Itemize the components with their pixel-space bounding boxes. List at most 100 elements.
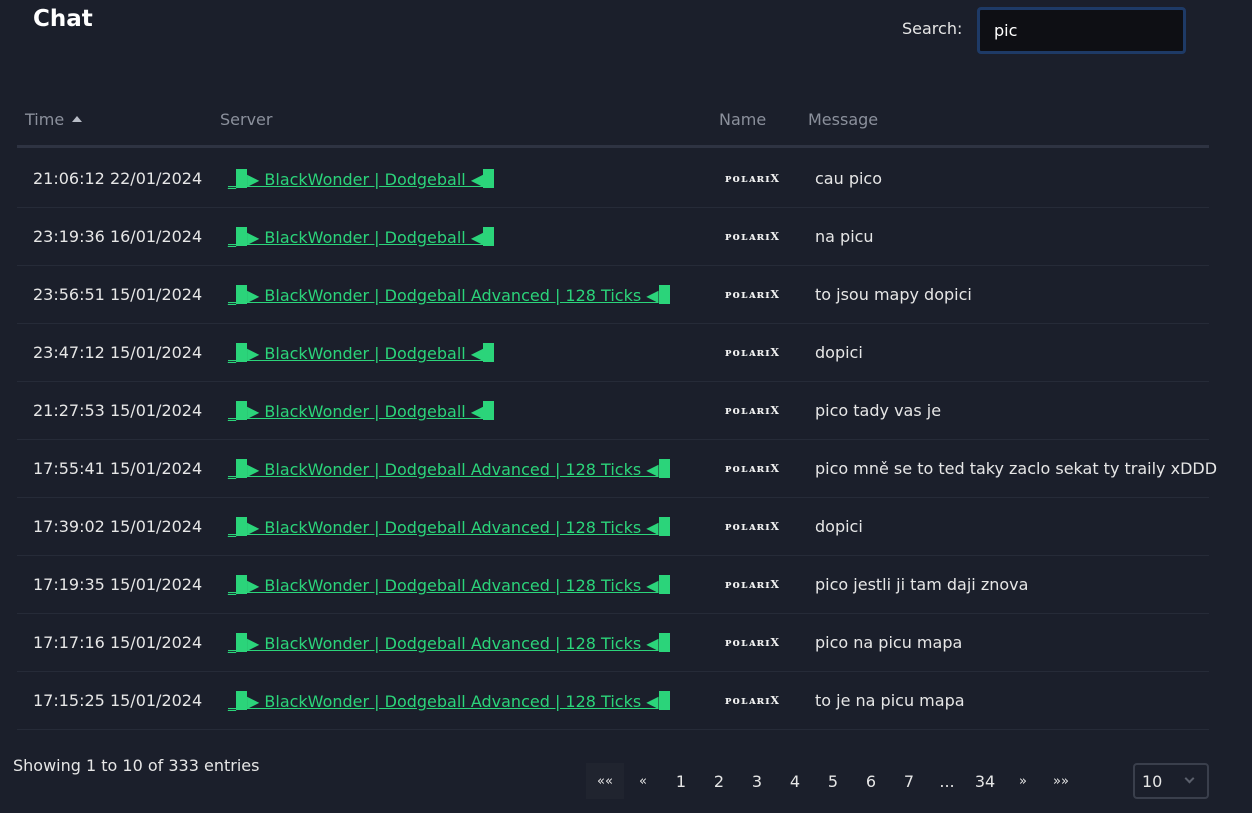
server-link-underscore: _ xyxy=(228,576,236,595)
row-message: na picu xyxy=(815,227,874,246)
server-block-left xyxy=(236,169,247,188)
page-button-5[interactable]: 5 xyxy=(814,763,852,799)
last-page-button[interactable]: »» xyxy=(1042,763,1080,799)
pagination-ellipsis: ... xyxy=(939,771,955,791)
table-row: 17:39:02 15/01/2024 _ ▶ BlackWonder | Dodg… xyxy=(17,498,1209,556)
server-link[interactable]: _ ▶ BlackWonder | Dodgeball Advanced | 12… xyxy=(228,285,670,305)
server-link-text: ▶ BlackWonder | Dodgeball ◀ xyxy=(247,170,484,189)
row-time: 17:15:25 15/01/2024 xyxy=(33,691,203,710)
server-link[interactable]: _ ▶ BlackWonder | Dodgeball ◀ xyxy=(228,227,495,247)
player-name: ᴘᴏʟᴀʀɪX xyxy=(725,636,780,649)
player-name: ᴘᴏʟᴀʀɪX xyxy=(725,520,780,533)
server-link-underscore: _ xyxy=(228,460,236,479)
table-row: 23:19:36 16/01/2024 _ ▶ BlackWonder | Dodg… xyxy=(17,208,1209,266)
previous-page-button[interactable]: « xyxy=(624,763,662,799)
row-time: 23:56:51 15/01/2024 xyxy=(33,285,203,304)
row-message: pico tady vas je xyxy=(815,401,942,420)
column-header-message[interactable]: Message xyxy=(808,110,878,129)
row-time: 17:17:16 15/01/2024 xyxy=(33,633,203,652)
column-header-name[interactable]: Name xyxy=(719,110,766,129)
server-link-text: ▶ BlackWonder | Dodgeball Advanced | 128… xyxy=(247,576,659,595)
server-link[interactable]: _ ▶ BlackWonder | Dodgeball Advanced | 12… xyxy=(228,517,670,537)
table-row: 21:27:53 15/01/2024 _ ▶ BlackWonder | Dodg… xyxy=(17,382,1209,440)
server-link[interactable]: _ ▶ BlackWonder | Dodgeball ◀ xyxy=(228,343,495,363)
row-time: 21:06:12 22/01/2024 xyxy=(33,169,203,188)
table-row: 17:19:35 15/01/2024 _ ▶ BlackWonder | Dodg… xyxy=(17,556,1209,614)
server-link-text: ▶ BlackWonder | Dodgeball ◀ xyxy=(247,228,484,247)
server-block-right xyxy=(658,517,670,536)
pagination: «« «1 2 3 4 5 6 7... 34»»» xyxy=(586,763,1080,799)
table-header: Time Server Name Message xyxy=(17,100,1209,148)
server-link[interactable]: _ ▶ BlackWonder | Dodgeball Advanced | 12… xyxy=(228,459,670,479)
row-time: 17:19:35 15/01/2024 xyxy=(33,575,203,594)
row-time: 23:19:36 16/01/2024 xyxy=(33,227,203,246)
column-header-time[interactable]: Time xyxy=(25,110,83,129)
table-row: 23:56:51 15/01/2024 _ ▶ BlackWonder | Dodg… xyxy=(17,266,1209,324)
server-block-right xyxy=(658,285,670,304)
row-time: 17:39:02 15/01/2024 xyxy=(33,517,203,536)
server-link-text: ▶ BlackWonder | Dodgeball ◀ xyxy=(247,344,484,363)
player-name: ᴘᴏʟᴀʀɪX xyxy=(725,462,780,475)
table-row: 21:06:12 22/01/2024 _ ▶ BlackWonder | Dodg… xyxy=(17,150,1209,208)
table-row: 23:47:12 15/01/2024 _ ▶ BlackWonder | Dodg… xyxy=(17,324,1209,382)
player-name: ᴘᴏʟᴀʀɪX xyxy=(725,230,780,243)
server-link[interactable]: _ ▶ BlackWonder | Dodgeball Advanced | 12… xyxy=(228,691,670,711)
server-link-text: ▶ BlackWonder | Dodgeball ◀ xyxy=(247,402,484,421)
player-name: ᴘᴏʟᴀʀɪX xyxy=(725,288,780,301)
row-message: dopici xyxy=(815,343,863,362)
page-button-2[interactable]: 2 xyxy=(700,763,738,799)
table-row: 17:17:16 15/01/2024 _ ▶ BlackWonder | Dodg… xyxy=(17,614,1209,672)
server-link-underscore: _ xyxy=(228,344,236,363)
row-message: pico jestli ji tam daji znova xyxy=(815,575,1029,594)
server-link-text: ▶ BlackWonder | Dodgeball Advanced | 128… xyxy=(247,634,659,653)
server-link-text: ▶ BlackWonder | Dodgeball Advanced | 128… xyxy=(247,518,659,537)
server-link[interactable]: _ ▶ BlackWonder | Dodgeball ◀ xyxy=(228,401,495,421)
server-block-left xyxy=(236,285,247,304)
server-link-underscore: _ xyxy=(228,228,236,247)
server-link-text: ▶ BlackWonder | Dodgeball Advanced | 128… xyxy=(247,286,659,305)
page-button-6[interactable]: 6 xyxy=(852,763,890,799)
page-button-1[interactable]: 1 xyxy=(662,763,700,799)
server-block-left xyxy=(236,517,247,536)
column-header-time-label: Time xyxy=(25,110,65,129)
chat-table-body: 21:06:12 22/01/2024 _ ▶ BlackWonder | Dodg… xyxy=(17,150,1217,730)
server-block-right xyxy=(658,633,670,652)
sort-ascending-icon xyxy=(72,115,83,122)
server-link[interactable]: _ ▶ BlackWonder | Dodgeball Advanced | 12… xyxy=(228,633,670,653)
player-name: ᴘᴏʟᴀʀɪX xyxy=(725,404,780,417)
search-input[interactable] xyxy=(977,7,1186,54)
page-button-7[interactable]: 7 xyxy=(890,763,928,799)
page-length-select[interactable]: 10 xyxy=(1133,763,1209,799)
server-link-text: ▶ BlackWonder | Dodgeball Advanced | 128… xyxy=(247,692,659,711)
server-block-right xyxy=(658,691,670,710)
chevron-down-icon xyxy=(1184,773,1195,784)
server-link-underscore: _ xyxy=(228,692,236,711)
table-row: 17:55:41 15/01/2024 _ ▶ BlackWonder | Dodg… xyxy=(17,440,1217,498)
server-block-left xyxy=(236,691,247,710)
column-header-server[interactable]: Server xyxy=(220,110,272,129)
page-title: Chat xyxy=(33,6,93,32)
server-link[interactable]: _ ▶ BlackWonder | Dodgeball ◀ xyxy=(228,169,495,189)
first-page-button[interactable]: «« xyxy=(586,763,624,799)
server-block-left xyxy=(236,401,247,420)
server-block-right xyxy=(483,227,495,246)
row-message: to jsou mapy dopici xyxy=(815,285,972,304)
next-page-button[interactable]: » xyxy=(1004,763,1042,799)
row-message: to je na picu mapa xyxy=(815,691,965,710)
server-block-left xyxy=(236,633,247,652)
row-message: cau pico xyxy=(815,169,883,188)
table-row: 17:15:25 15/01/2024 _ ▶ BlackWonder | Dodg… xyxy=(17,672,1209,730)
page-button-3[interactable]: 3 xyxy=(738,763,776,799)
row-time: 17:55:41 15/01/2024 xyxy=(33,459,203,478)
player-name: ᴘᴏʟᴀʀɪX xyxy=(725,346,780,359)
server-link-underscore: _ xyxy=(228,286,236,305)
page-button-34[interactable]: 34 xyxy=(966,763,1004,799)
server-block-left xyxy=(236,343,247,362)
page-button-4[interactable]: 4 xyxy=(776,763,814,799)
server-link-underscore: _ xyxy=(228,170,236,189)
entries-info: Showing 1 to 10 of 333 entries xyxy=(13,756,260,775)
server-link[interactable]: _ ▶ BlackWonder | Dodgeball Advanced | 12… xyxy=(228,575,670,595)
server-link-underscore: _ xyxy=(228,634,236,653)
server-block-left xyxy=(236,575,247,594)
server-block-right xyxy=(483,169,495,188)
